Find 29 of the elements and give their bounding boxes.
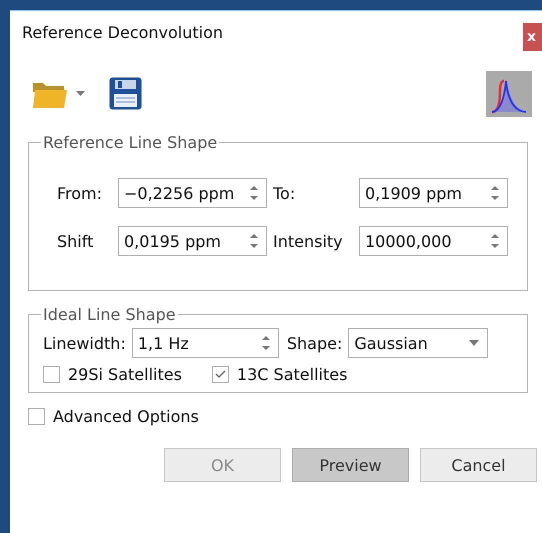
spin-field[interactable]: 1,1 Hz <box>132 328 279 358</box>
spin-field[interactable]: 0,0195 ppm <box>118 226 267 256</box>
field-label: Intensity <box>273 232 344 250</box>
save-icon[interactable] <box>109 77 142 110</box>
dialog-button[interactable]: Cancel <box>420 448 537 482</box>
field-label: From: <box>57 184 104 202</box>
checkbox-label: 29Si Satellites <box>68 365 182 384</box>
spin-field[interactable]: 0,1909 ppm <box>359 178 508 208</box>
checkbox[interactable] <box>212 366 229 383</box>
group-title: Ideal Line Shape <box>42 305 177 324</box>
spin-field[interactable]: 10000,000 <box>359 226 508 256</box>
dialog-button[interactable]: Preview <box>292 448 409 482</box>
field-label: To: <box>273 184 296 202</box>
shape-dropdown[interactable]: Gaussian <box>348 328 488 358</box>
caret-icon[interactable] <box>469 340 480 346</box>
checkbox[interactable] <box>28 408 45 425</box>
spin-field[interactable]: −0,2256 ppm <box>118 178 267 208</box>
group-title: Reference Line Shape <box>42 133 218 152</box>
checkmark-icon <box>214 370 226 379</box>
field-label: Shift <box>57 232 94 250</box>
checkbox[interactable] <box>43 366 60 383</box>
field-label: Shape: <box>286 334 342 352</box>
checkbox-label: Advanced Options <box>53 407 199 426</box>
caret-icon[interactable] <box>76 91 85 96</box>
checkbox-label: 13C Satellites <box>236 365 348 384</box>
close-button[interactable]: x <box>523 23 542 51</box>
window-title: Reference Deconvolution <box>22 23 224 42</box>
field-label: Linewidth: <box>43 334 126 352</box>
lineshape-icon[interactable] <box>486 70 532 116</box>
